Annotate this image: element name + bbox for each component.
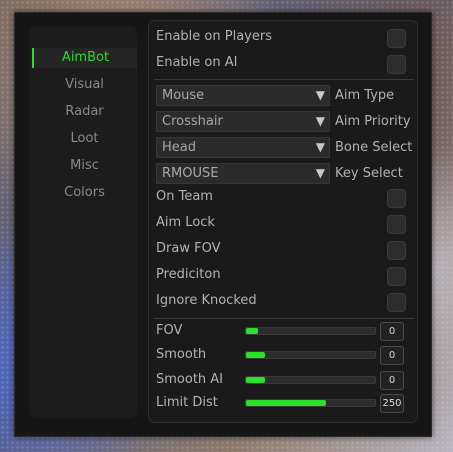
enable-on-ai-label: Enable on AI	[156, 55, 238, 70]
key-select-select[interactable]: RMOUSE ▼	[156, 163, 330, 184]
aim-priority-select[interactable]: Crosshair ▼	[156, 111, 330, 132]
sidebar-item-misc[interactable]: Misc	[32, 156, 137, 176]
fov-slider-fill	[246, 328, 258, 334]
triangle-down-icon: ▼	[315, 140, 325, 154]
draw-fov-checkbox[interactable]	[387, 241, 406, 260]
key-select-label: Key Select	[335, 166, 403, 181]
smooth-ai-slider-fill	[246, 377, 266, 383]
aim-lock-checkbox[interactable]	[387, 215, 406, 234]
aim-priority-value: Crosshair	[162, 114, 223, 129]
limit-dist-slider[interactable]	[245, 399, 376, 407]
fov-slider[interactable]	[245, 327, 376, 335]
smooth-ai-value[interactable]: 0	[380, 371, 404, 390]
fov-value[interactable]: 0	[380, 322, 404, 341]
prediction-label: Prediciton	[156, 267, 221, 282]
aim-type-label: Aim Type	[335, 88, 395, 103]
prediction-checkbox[interactable]	[387, 267, 406, 286]
sidebar: AimBot Visual Radar Loot Misc Colors	[29, 26, 137, 418]
aim-priority-label: Aim Priority	[335, 114, 411, 129]
limit-dist-slider-fill	[246, 400, 326, 406]
sidebar-item-radar[interactable]: Radar	[32, 102, 137, 122]
aimbot-settings-panel: Enable on Players Enable on AI Mouse ▼ A…	[148, 20, 418, 423]
on-team-label: On Team	[156, 189, 213, 204]
aim-lock-label: Aim Lock	[156, 215, 215, 230]
key-select-value: RMOUSE	[162, 166, 219, 181]
sidebar-item-visual[interactable]: Visual	[32, 75, 137, 95]
bone-select-label: Bone Select	[335, 140, 413, 155]
smooth-value[interactable]: 0	[380, 346, 404, 365]
smooth-label: Smooth	[156, 347, 207, 362]
triangle-down-icon: ▼	[315, 166, 325, 180]
aim-type-select[interactable]: Mouse ▼	[156, 85, 330, 106]
sidebar-item-aimbot[interactable]: AimBot	[32, 48, 137, 68]
divider	[154, 79, 414, 80]
smooth-ai-slider[interactable]	[245, 376, 376, 384]
ignore-knocked-label: Ignore Knocked	[156, 293, 257, 308]
sidebar-item-colors[interactable]: Colors	[32, 183, 137, 203]
limit-dist-value[interactable]: 250	[380, 394, 404, 413]
enable-on-players-label: Enable on Players	[156, 29, 272, 44]
ignore-knocked-checkbox[interactable]	[387, 293, 406, 312]
on-team-checkbox[interactable]	[387, 189, 406, 208]
bone-select-select[interactable]: Head ▼	[156, 137, 330, 158]
enable-on-players-checkbox[interactable]	[387, 29, 406, 48]
limit-dist-label: Limit Dist	[156, 395, 218, 410]
smooth-ai-label: Smooth AI	[156, 372, 224, 387]
enable-on-ai-checkbox[interactable]	[387, 55, 406, 74]
triangle-down-icon: ▼	[315, 88, 325, 102]
smooth-slider-fill	[246, 352, 266, 358]
draw-fov-label: Draw FOV	[156, 241, 221, 256]
aim-type-value: Mouse	[162, 88, 205, 103]
triangle-down-icon: ▼	[315, 114, 325, 128]
sidebar-item-loot[interactable]: Loot	[32, 129, 137, 149]
divider	[154, 318, 414, 319]
fov-label: FOV	[156, 323, 183, 338]
bone-select-value: Head	[162, 140, 196, 155]
smooth-slider[interactable]	[245, 351, 376, 359]
cheat-menu-window: AimBot Visual Radar Loot Misc Colors Ena…	[14, 12, 432, 437]
